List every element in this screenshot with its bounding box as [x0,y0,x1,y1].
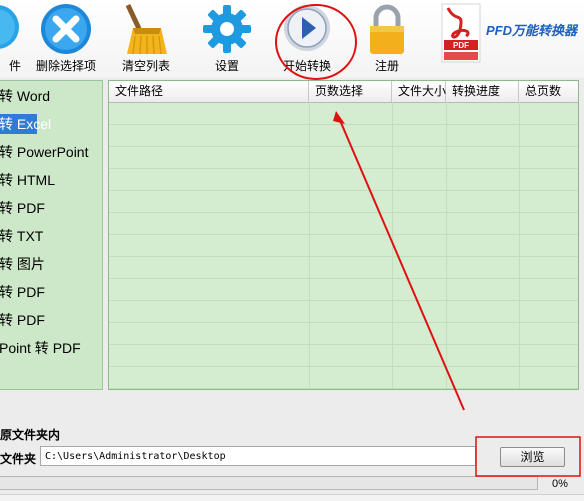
output-path-input[interactable] [40,446,476,466]
grid-row-line [109,212,578,213]
column-header-total-pages[interactable]: 总页数 [519,81,578,102]
grid-row-line [109,168,578,169]
grid-column-line [309,102,310,389]
app-brand-title: PFD万能转换器 [486,23,578,38]
grid-column-line [446,102,447,389]
list-item-to-txt[interactable]: 转 TXT [0,226,43,246]
output-folder-label: 文件夹 [0,452,37,466]
grid-row-line [109,300,578,301]
delete-selected-button[interactable]: 删除选择项 [31,0,101,78]
file-table[interactable]: 文件路径 页数选择 文件大小 转换进度 总页数 [108,80,579,390]
pdf-logo-icon: PDF [441,3,481,63]
register-label: 注册 [374,59,399,73]
settings-label: 设置 [214,59,239,73]
list-item-to-html[interactable]: 转 HTML [0,170,55,190]
grid-row-line [109,278,578,279]
broom-icon [125,3,167,55]
add-file-button[interactable]: 件 [0,0,32,78]
start-convert-button[interactable]: 开始转换 [272,0,342,78]
list-item-to-excel-selected[interactable]: 转 Excel [0,114,51,134]
progress-percent-text: 0% [552,478,568,490]
column-header-file-path[interactable]: 文件路径 [109,81,309,102]
grid-column-line [519,102,520,389]
clear-list-button[interactable]: 清空列表 [111,0,181,78]
grid-row-line [109,146,578,147]
list-item-to-powerpoint[interactable]: 转 PowerPoint [0,142,88,162]
grid-row-line [109,190,578,191]
delete-selected-label: 删除选择项 [35,59,96,73]
grid-row-line [109,366,578,367]
grid-row-line [109,388,578,389]
source-folder-option-label: 原文件夹内 [0,428,61,442]
delete-x-icon [41,4,91,54]
column-header-progress[interactable]: 转换进度 [446,81,519,102]
settings-button[interactable]: 设置 [192,0,262,78]
grid-row-line [109,124,578,125]
start-convert-label: 开始转换 [282,59,331,73]
list-item-to-pdf-1[interactable]: 转 PDF [0,198,45,218]
register-button[interactable]: 注册 [352,0,422,78]
toolbar: 件 删除选择项 清空列表 设置 开始转换 注册 PDF PFD万能转换器 [0,0,584,78]
grid-row-line [109,322,578,323]
list-item-to-pdf-3[interactable]: 转 PDF [0,310,45,330]
column-header-page-select[interactable]: 页数选择 [309,81,392,102]
browse-button[interactable]: 浏览 [500,447,565,467]
play-icon [284,5,330,51]
conversion-type-list: 转 Word 转 Excel 转 PowerPoint 转 HTML 转 PDF… [0,80,103,390]
lock-icon [370,4,404,54]
list-item-ppt-to-pdf[interactable]: Point 转 PDF [0,338,81,358]
conversion-progress-bar [0,476,538,490]
list-item-to-word[interactable]: 转 Word [0,86,50,106]
svg-text:PDF: PDF [453,41,469,50]
list-item-to-pdf-2[interactable]: 转 PDF [0,282,45,302]
grid-column-line [392,102,393,389]
clear-list-label: 清空列表 [121,59,170,73]
list-item-to-image[interactable]: 转 图片 [0,254,45,274]
grid-row-line [109,234,578,235]
grid-row-line [109,344,578,345]
gear-icon [203,5,251,53]
add-file-icon [0,5,19,49]
table-header: 文件路径 页数选择 文件大小 转换进度 总页数 [109,81,578,103]
grid-row-line [109,256,578,257]
column-header-file-size[interactable]: 文件大小 [392,81,446,102]
